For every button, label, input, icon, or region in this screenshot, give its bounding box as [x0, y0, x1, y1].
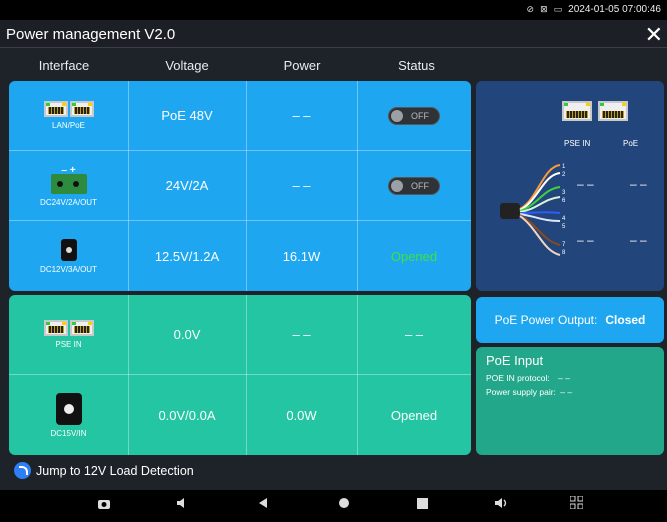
table-header: Interface Voltage Power Status	[0, 52, 475, 80]
header-interface: Interface	[38, 58, 90, 73]
interface-cell: LAN/PoE	[9, 81, 128, 150]
title-bar: Power management V2.0 ✕	[0, 20, 667, 48]
redirect-arrow-icon	[14, 462, 31, 479]
toggle-label: OFF	[411, 180, 429, 191]
table-row: DC15V/IN 0.0V/0.0A 0.0W Opened	[9, 375, 471, 455]
poe-output-label: PoE Power Output:	[494, 313, 598, 327]
pair-value: – –	[577, 177, 594, 191]
poe-input-card: PoE Input POE IN protocol: – – Power sup…	[476, 347, 664, 455]
status-value: – –	[404, 327, 424, 342]
interface-label: DC15V/IN	[50, 428, 87, 438]
volume-down-icon[interactable]	[176, 496, 188, 512]
dc-jack-icon	[60, 238, 77, 261]
status-cell: OFF	[357, 151, 471, 220]
no-sim-icon: ⊠	[540, 4, 548, 14]
back-icon[interactable]	[258, 496, 268, 512]
header-power: Power	[283, 58, 321, 73]
voltage-value: 24V/2A	[165, 178, 209, 193]
interface-cell: DC15V/IN	[9, 375, 128, 455]
poe-protocol-value: – –	[558, 373, 570, 383]
power-pair-value: – –	[560, 387, 573, 397]
battery-icon: ▭	[553, 4, 563, 14]
table-row: DC12V/3A/OUT 12.5V/1.2A 16.1W Opened	[9, 221, 471, 291]
header-voltage: Voltage	[165, 58, 209, 73]
voltage-value: PoE 48V	[161, 108, 213, 123]
interface-label: PSE IN	[55, 340, 82, 349]
rj45-port-icon	[598, 101, 628, 121]
voltage-value: 0.0V	[173, 327, 201, 342]
volume-up-icon[interactable]	[494, 496, 508, 512]
poe-output-state: Closed	[605, 313, 646, 327]
power-value: 16.1W	[282, 248, 321, 264]
pair-value: – –	[577, 233, 594, 247]
camera-icon[interactable]	[98, 496, 110, 512]
power-pair-label: Power supply pair:	[486, 387, 556, 397]
page-title: Power management V2.0	[6, 26, 176, 43]
rj45-port-icon	[43, 320, 94, 336]
voltage-value: 12.5V/1.2A	[154, 248, 220, 264]
poe-protocol-label: POE IN protocol:	[486, 373, 550, 383]
port-label: PoE	[623, 139, 639, 148]
status-datetime: 2024-01-05 07:00:46	[568, 4, 661, 15]
system-nav-bar	[0, 490, 667, 522]
power-pair-line: Power supply pair: – –	[486, 387, 654, 397]
cable-icon	[500, 164, 561, 256]
power-value: – –	[292, 108, 311, 123]
interface-cell: – + DC24V/2A/OUT	[9, 151, 128, 220]
home-icon[interactable]	[338, 496, 350, 512]
interface-label: LAN/PoE	[52, 121, 85, 130]
grid-icon[interactable]	[569, 495, 584, 512]
jump-to-load-detection-link[interactable]: Jump to 12V Load Detection	[14, 462, 194, 479]
table-row: LAN/PoE PoE 48V – – OFF	[9, 81, 471, 150]
dc-jack-icon	[55, 392, 82, 425]
poe-wiring-diagram: PSE IN PoE 1 2 3 6 4 5 7 8 – – – – – – –…	[476, 81, 664, 291]
power-toggle[interactable]: OFF	[388, 176, 440, 195]
terminal-block-icon	[50, 173, 87, 194]
status-bar: ⊘ ⊠ ▭ 2024-01-05 07:00:46	[0, 0, 667, 20]
alarm-icon: ⊘	[526, 4, 535, 14]
header-status: Status	[398, 58, 435, 73]
close-icon[interactable]: ✕	[645, 22, 663, 48]
table-row: – + DC24V/2A/OUT 24V/2A – – OFF	[9, 151, 471, 220]
interface-cell: DC12V/3A/OUT	[9, 221, 128, 291]
pair-value: – –	[630, 233, 647, 247]
interface-label: DC24V/2A/OUT	[40, 197, 97, 207]
output-panel: LAN/PoE PoE 48V – – OFF – + DC24V/2A/OUT…	[9, 81, 471, 291]
pin-numbers: 1 2 3 6 4 5 7 8	[562, 164, 566, 256]
poe-protocol-line: POE IN protocol: – –	[486, 373, 654, 383]
toggle-label: OFF	[411, 110, 429, 121]
input-panel: PSE IN 0.0V – – – – DC15V/IN 0.0V/0.0A 0…	[9, 295, 471, 455]
rj45-port-icon	[562, 101, 592, 121]
port-label: PSE IN	[564, 139, 591, 148]
port-pair	[562, 101, 628, 121]
power-value: 0.0W	[286, 407, 317, 423]
status-value: Opened	[390, 248, 438, 264]
voltage-value: 0.0V/0.0A	[158, 407, 216, 423]
pair-value: – –	[630, 177, 647, 191]
interface-cell: PSE IN	[9, 295, 128, 374]
rj45-port-icon	[43, 101, 94, 117]
power-toggle[interactable]: OFF	[388, 106, 440, 125]
interface-label: DC12V/3A/OUT	[40, 264, 97, 274]
recents-icon[interactable]	[417, 496, 428, 512]
poe-output-card: PoE Power Output: Closed	[476, 297, 664, 343]
status-value: Opened	[390, 407, 438, 423]
status-cell: OFF	[357, 81, 471, 150]
jump-link-label: Jump to 12V Load Detection	[36, 463, 194, 478]
power-value: – –	[292, 327, 311, 342]
power-value: – –	[292, 178, 311, 193]
table-row: PSE IN 0.0V – – – –	[9, 295, 471, 374]
poe-input-title: PoE Input	[486, 353, 544, 368]
